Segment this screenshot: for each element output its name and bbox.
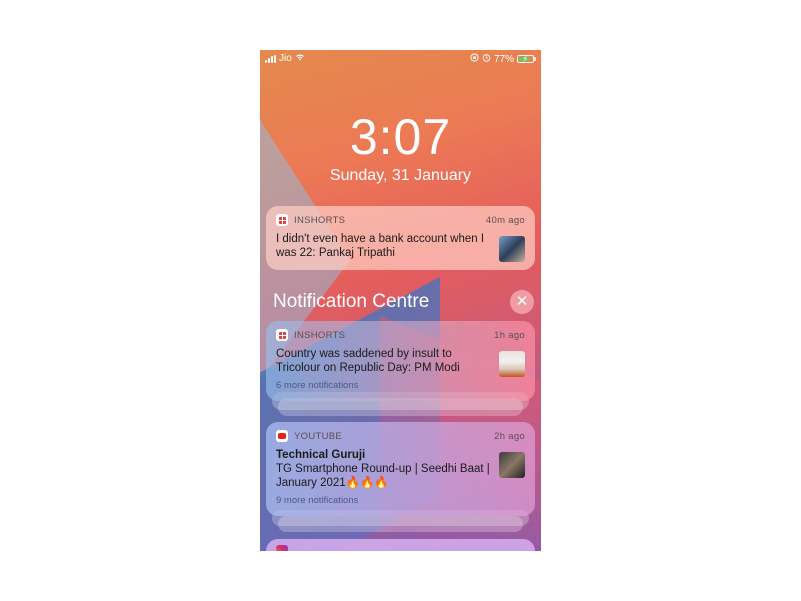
- notification-group[interactable]: YOUTUBE 2h ago Technical Guruji TG Smart…: [266, 422, 535, 516]
- notification-time: 40m ago: [485, 214, 525, 226]
- notification-title: Technical Guruji: [276, 449, 366, 461]
- notification-app-name: INSHORTS: [294, 214, 346, 226]
- clock-time: 3:07: [349, 109, 452, 165]
- battery-icon: ⚡: [517, 54, 536, 64]
- more-notifications-label: 6 more notifications: [276, 380, 359, 391]
- notification-message: Country was saddened by insult to Tricol…: [276, 348, 460, 374]
- notification-thumbnail: [499, 351, 525, 377]
- more-notifications-label: 9 more notifications: [276, 495, 359, 506]
- alarm-icon: [482, 53, 491, 65]
- notification-group[interactable]: INSHORTS 1h ago Country was saddened by …: [266, 321, 535, 401]
- youtube-icon: [276, 430, 288, 442]
- wifi-icon: [295, 53, 305, 64]
- notification-time: 2h ago: [494, 430, 525, 442]
- orientation-lock-icon: [470, 53, 479, 65]
- notification-app-name: YOUTUBE: [294, 430, 343, 442]
- clock-date: Sunday, 31 January: [329, 167, 472, 184]
- carrier-label: Jio: [279, 53, 292, 64]
- notification-message: TG Smartphone Round-up | Seedhi Baat | J…: [276, 463, 490, 489]
- inshorts-icon: [276, 214, 288, 226]
- battery-percent: 77%: [493, 53, 514, 65]
- instagram-icon: [276, 545, 288, 551]
- close-icon[interactable]: ✕: [510, 290, 534, 314]
- notification-message: I didn't even have a bank account when I…: [276, 233, 485, 259]
- notification-card-partial[interactable]: [266, 539, 535, 551]
- notification-thumbnail: [499, 236, 525, 262]
- notification-time: 1h ago: [494, 329, 525, 341]
- notification-card[interactable]: INSHORTS 40m ago I didn't even have a ba…: [266, 206, 535, 270]
- inshorts-icon: [276, 329, 288, 341]
- status-bar: Jio 77% ⚡: [260, 50, 541, 68]
- notification-thumbnail: [499, 452, 525, 478]
- signal-icon: [265, 54, 276, 63]
- notification-app-name: INSHORTS: [294, 329, 346, 341]
- lock-screen: Jio 77% ⚡ 3:07 Sunday, 31 January INSHOR…: [260, 50, 541, 551]
- notification-centre-title: Notification Centre: [273, 291, 430, 312]
